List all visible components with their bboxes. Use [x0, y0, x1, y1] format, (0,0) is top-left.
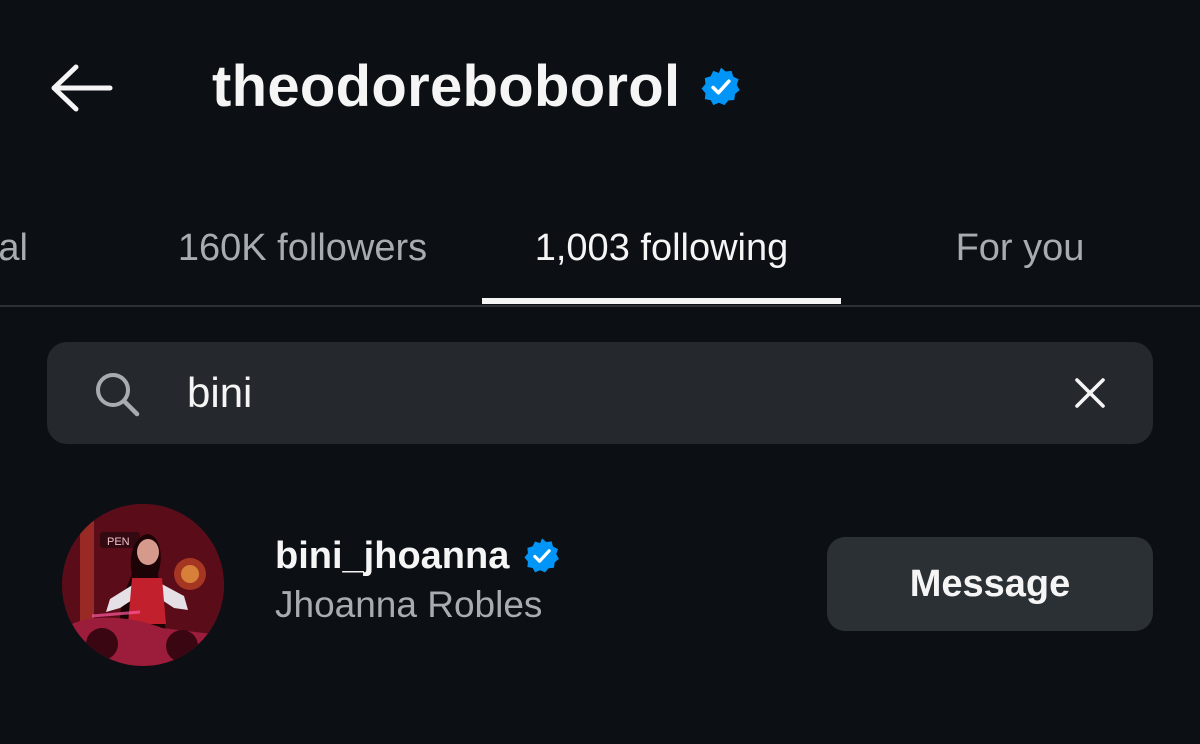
active-tab-indicator	[482, 298, 841, 304]
tab-label: al	[0, 226, 28, 269]
avatar[interactable]: PEN	[62, 504, 224, 666]
username: bini_jhoanna	[275, 534, 510, 577]
full-name: Jhoanna Robles	[275, 584, 543, 625]
tab-label: 1,003 following	[534, 226, 789, 269]
verified-badge-icon	[523, 537, 561, 575]
tab-label: For you	[955, 226, 1085, 269]
page-title: theodoreboborol	[212, 54, 681, 119]
username-line: bini_jhoanna	[275, 532, 561, 580]
svg-text:PEN: PEN	[107, 536, 130, 548]
search-input[interactable]	[187, 362, 1007, 424]
close-icon	[1075, 378, 1105, 408]
tab-for-you[interactable]: For you	[900, 192, 1140, 304]
verified-badge-icon	[700, 66, 742, 108]
arrow-left-icon	[51, 64, 113, 112]
tab-bar: al 160K followers 1,003 following For yo…	[0, 192, 1200, 307]
back-button[interactable]	[40, 56, 120, 120]
profile-header: theodoreboborol	[212, 52, 742, 122]
search-icon	[93, 370, 141, 418]
message-button[interactable]: Message	[827, 537, 1153, 631]
search-bar	[47, 342, 1153, 444]
tabs-divider	[0, 305, 1200, 307]
tab-following[interactable]: 1,003 following	[482, 192, 841, 304]
tab-label: 160K followers	[177, 226, 428, 269]
clear-search-button[interactable]	[1067, 370, 1113, 416]
tab-mutual[interactable]: al	[0, 192, 60, 304]
list-item[interactable]: PEN bini_jhoanna Jhoanna Robles Message	[0, 490, 1200, 680]
tab-followers[interactable]: 160K followers	[140, 192, 465, 304]
